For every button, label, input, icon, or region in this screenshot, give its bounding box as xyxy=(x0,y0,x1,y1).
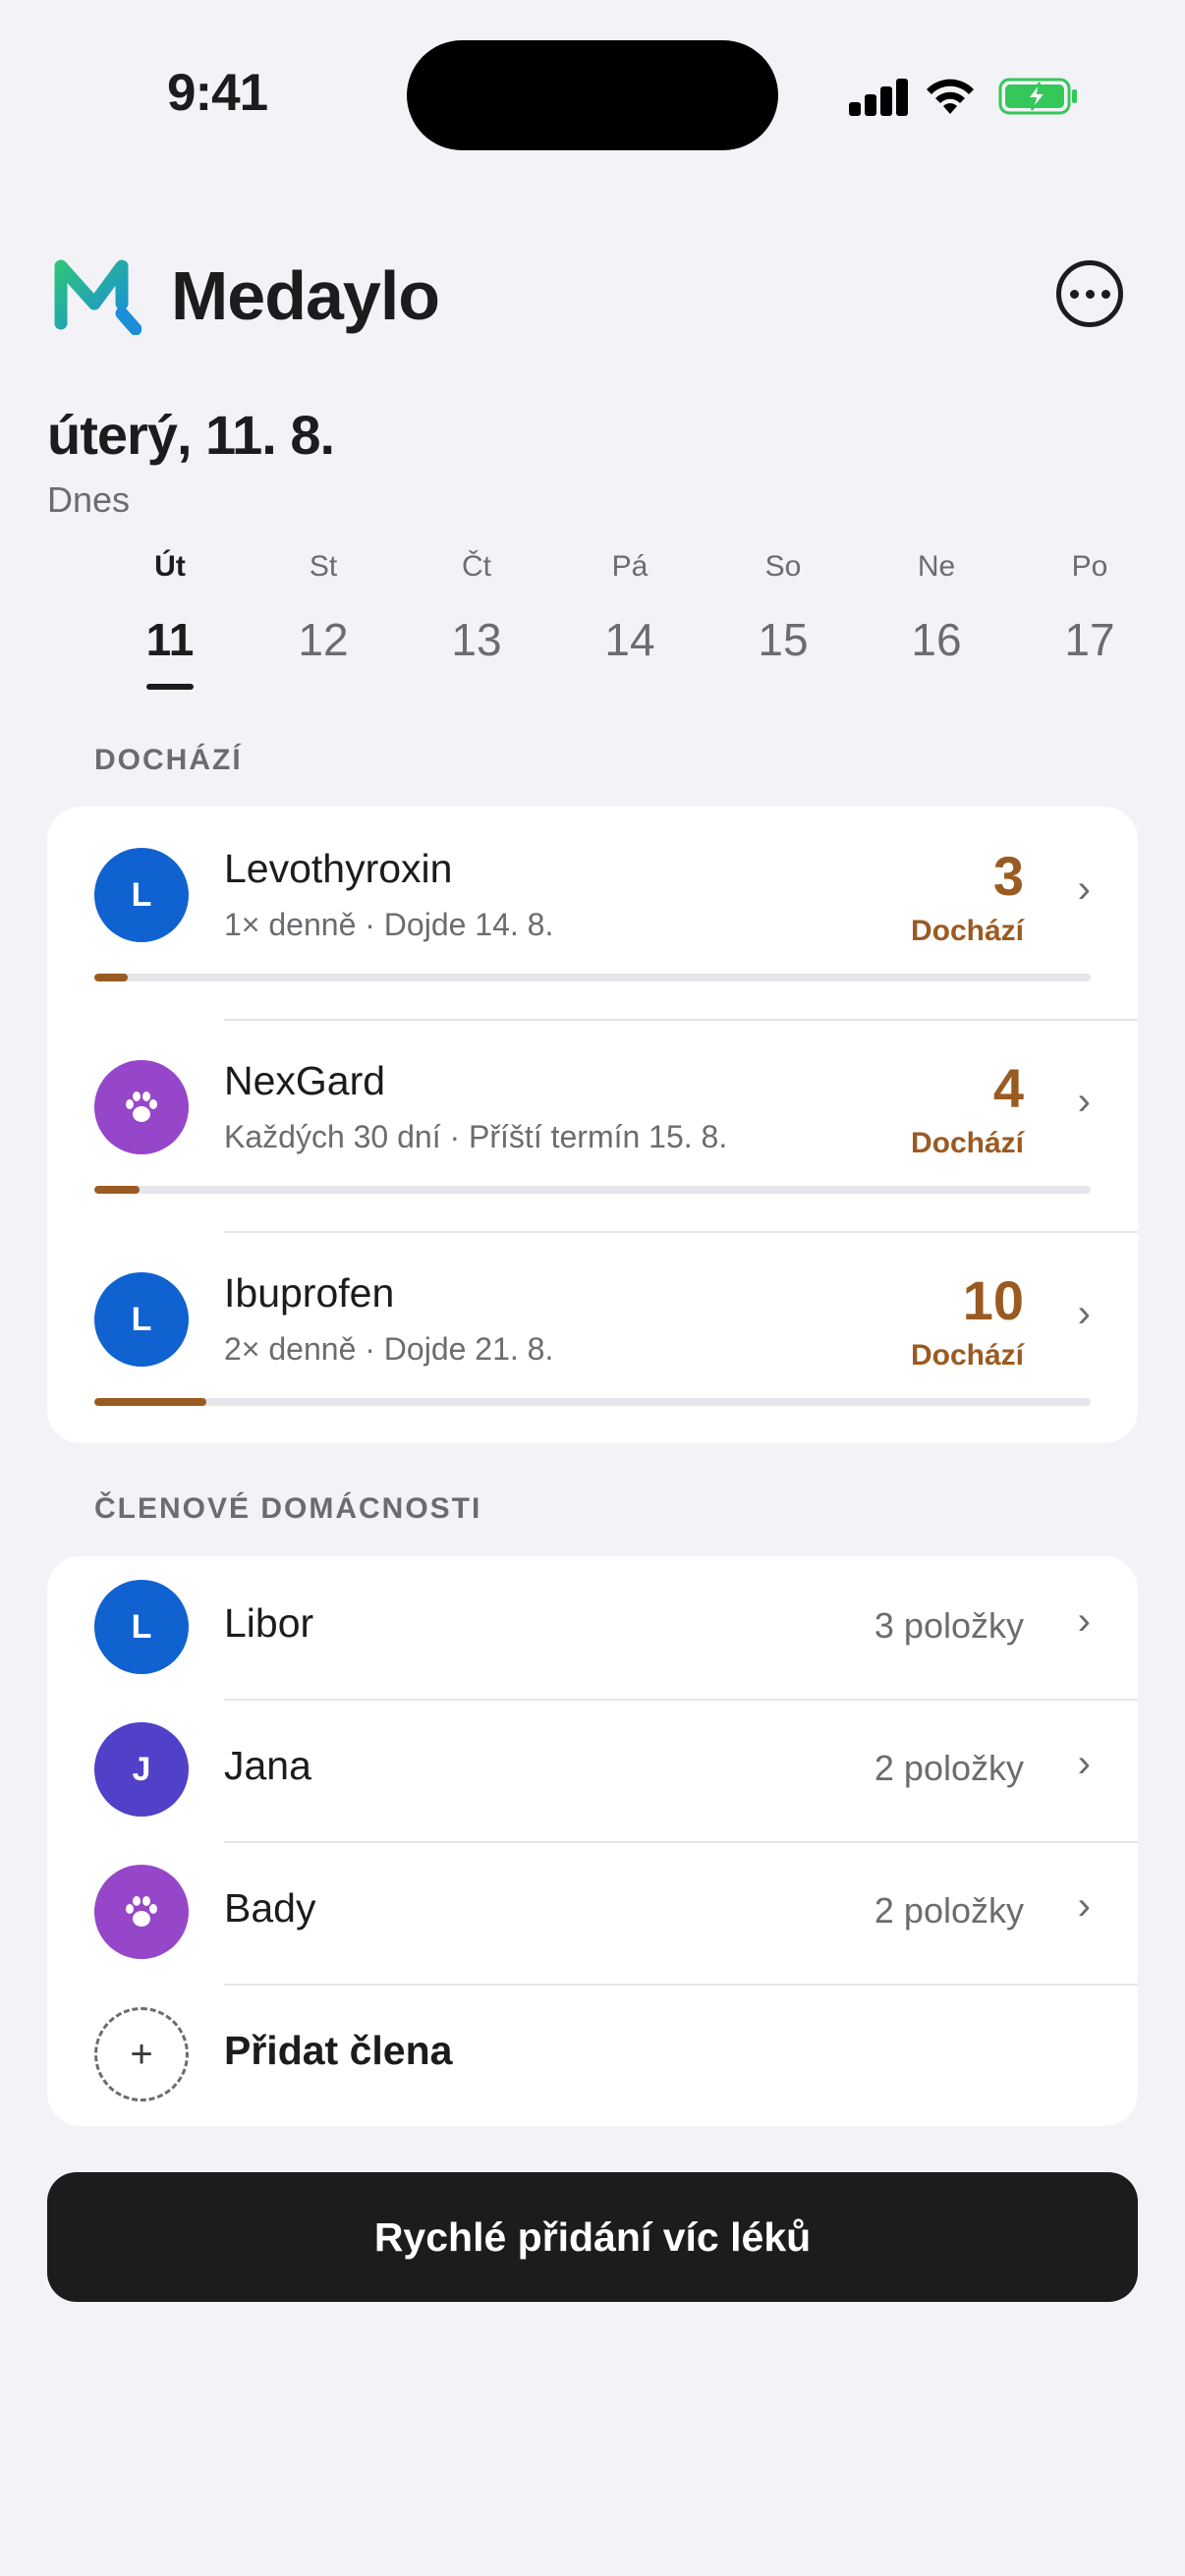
member-name: Libor xyxy=(224,1600,314,1646)
avatar: L xyxy=(94,1580,189,1674)
day-name: Ne xyxy=(917,550,956,583)
day-tab-3[interactable]: Pá 14 xyxy=(553,550,706,666)
day-number: 14 xyxy=(604,614,655,665)
member-name: Bady xyxy=(224,1885,316,1931)
medication-name: NexGard xyxy=(224,1058,386,1103)
running-out-card: L Levothyroxin 1× denně · Dojde 14. 8. 3… xyxy=(47,807,1138,1443)
avatar: L xyxy=(94,1272,189,1367)
chevron-right-icon: › xyxy=(1077,1599,1091,1643)
member-name: Jana xyxy=(224,1743,311,1788)
day-number: 17 xyxy=(1064,614,1115,665)
household-section-label: ČLENOVÉ DOMÁCNOSTI xyxy=(94,1492,482,1525)
medication-schedule: 2× denně · Dojde 21. 8. xyxy=(224,1331,554,1367)
medication-row-nexgard[interactable]: NexGard Každých 30 dní · Příští termín 1… xyxy=(47,1019,1138,1231)
chevron-right-icon: › xyxy=(1077,1884,1091,1928)
day-name: So xyxy=(764,550,802,583)
day-tab-1[interactable]: St 12 xyxy=(247,550,400,666)
day-number: 15 xyxy=(758,614,809,665)
supply-progress-bar xyxy=(94,1398,1091,1406)
running-out-section-label: DOCHÁZÍ xyxy=(94,744,243,776)
status-label: Dochází xyxy=(910,915,1024,947)
dynamic-island xyxy=(407,40,778,150)
plus-icon: + xyxy=(94,2007,189,2101)
medication-schedule: Každých 30 dní · Příští termín 15. 8. xyxy=(224,1119,728,1154)
chevron-right-icon: › xyxy=(1077,1080,1091,1123)
app-name: Medaylo xyxy=(171,257,440,334)
chevron-right-icon: › xyxy=(1077,868,1091,911)
day-name: St xyxy=(309,550,338,583)
status-bar: 9:41 xyxy=(0,0,1185,150)
battery-charging-icon xyxy=(998,78,1077,115)
remaining-count: 10 xyxy=(962,1269,1024,1331)
status-label: Dochází xyxy=(910,1127,1024,1159)
member-item-count: 2 položky xyxy=(874,1890,1024,1931)
cellular-signal-icon xyxy=(849,77,908,116)
selected-date-title: úterý, 11. 8. xyxy=(47,404,335,466)
member-item-count: 2 položky xyxy=(874,1748,1024,1788)
medication-row-ibuprofen[interactable]: L Ibuprofen 2× denně · Dojde 21. 8. 10 D… xyxy=(47,1231,1138,1443)
avatar: J xyxy=(94,1722,189,1817)
add-member-label: Přidat člena xyxy=(224,2028,453,2073)
more-options-button[interactable] xyxy=(1056,260,1123,327)
remaining-count: 4 xyxy=(992,1057,1024,1119)
avatar xyxy=(94,1865,189,1959)
selected-date-subtitle: Dnes xyxy=(47,479,131,520)
ellipsis-circle-icon xyxy=(1069,289,1079,299)
member-item-count: 3 položky xyxy=(874,1605,1024,1646)
day-tab-0[interactable]: Út 11 xyxy=(93,550,247,690)
medication-name: Levothyroxin xyxy=(224,846,453,891)
supply-progress-fill xyxy=(94,974,129,981)
day-number: 11 xyxy=(145,614,195,665)
chevron-right-icon: › xyxy=(1077,1292,1091,1335)
day-tab-5[interactable]: Ne 16 xyxy=(860,550,1013,666)
status-label: Dochází xyxy=(910,1339,1024,1372)
supply-progress-fill xyxy=(94,1398,206,1406)
day-number: 12 xyxy=(298,614,349,665)
chevron-right-icon: › xyxy=(1077,1742,1091,1785)
paw-icon xyxy=(126,1896,157,1927)
supply-progress-bar xyxy=(94,974,1091,981)
avatar: L xyxy=(94,848,189,942)
avatar xyxy=(94,1060,189,1154)
day-number: 16 xyxy=(911,614,962,665)
day-tab-2[interactable]: Čt 13 xyxy=(400,550,553,666)
member-row-libor[interactable]: L Libor 3 položky › xyxy=(47,1556,1138,1699)
day-name: Út xyxy=(154,550,186,583)
day-tab-4[interactable]: So 15 xyxy=(706,550,860,666)
medication-row-levothyroxin[interactable]: L Levothyroxin 1× denně · Dojde 14. 8. 3… xyxy=(47,807,1138,1019)
remaining-count: 3 xyxy=(992,845,1024,907)
medaylo-logo-icon xyxy=(54,259,141,335)
supply-progress-bar xyxy=(94,1186,1091,1194)
selected-day-indicator xyxy=(146,684,194,690)
week-day-picker: Út 11 St 12 Čt 13 Pá 14 So 15 Ne 16 Po 1… xyxy=(94,550,1185,698)
day-name: Pá xyxy=(611,550,649,583)
day-name: Čt xyxy=(462,550,491,583)
member-row-jana[interactable]: J Jana 2 položky › xyxy=(47,1699,1138,1841)
day-name: Po xyxy=(1071,550,1108,583)
app-header: Medaylo xyxy=(47,251,1138,339)
supply-progress-fill xyxy=(94,1186,140,1194)
wifi-icon xyxy=(927,79,974,114)
add-member-row[interactable]: + Přidat člena xyxy=(47,1984,1138,2126)
quick-add-medications-button[interactable]: Rychlé přidání víc léků xyxy=(47,2172,1138,2302)
member-row-bady[interactable]: Bady 2 položky › xyxy=(47,1841,1138,1984)
medication-name: Ibuprofen xyxy=(224,1270,395,1316)
paw-icon xyxy=(126,1092,157,1122)
day-tab-6[interactable]: Po 17 xyxy=(1013,550,1166,666)
day-number: 13 xyxy=(451,614,502,665)
household-card: L Libor 3 položky › J Jana 2 položky › B… xyxy=(47,1556,1138,2126)
medication-schedule: 1× denně · Dojde 14. 8. xyxy=(224,907,554,942)
status-time: 9:41 xyxy=(167,64,268,122)
